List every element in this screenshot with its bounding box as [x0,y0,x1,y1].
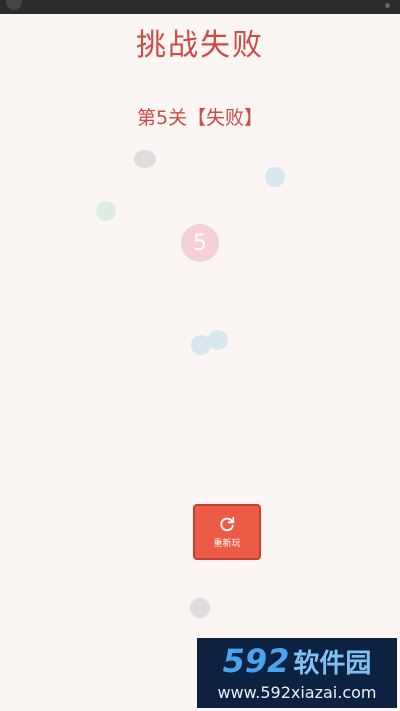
level-number-bubble: 5 [181,224,219,262]
decor-bubble [190,598,210,618]
camera-notch [6,0,22,10]
decor-bubble [265,167,285,187]
page-title: 挑战失败 [136,28,264,63]
decor-bubble [96,201,116,221]
status-bar [0,0,400,14]
watermark-logo: 592 软件园 www.592xiazai.com [197,638,397,708]
decor-bubble [134,150,156,168]
watermark-number: 592 [222,641,290,680]
watermark-brand: 软件园 [293,648,372,679]
status-indicator-icon [385,3,390,8]
level-result-text: 第5关【失败】 [136,107,264,129]
replay-button-label: 重新玩 [213,539,241,549]
decor-bubble [208,330,228,350]
replay-button[interactable]: 重新玩 [193,504,261,560]
refresh-icon [220,516,235,532]
watermark-url: www.592xiazai.com [217,682,377,702]
